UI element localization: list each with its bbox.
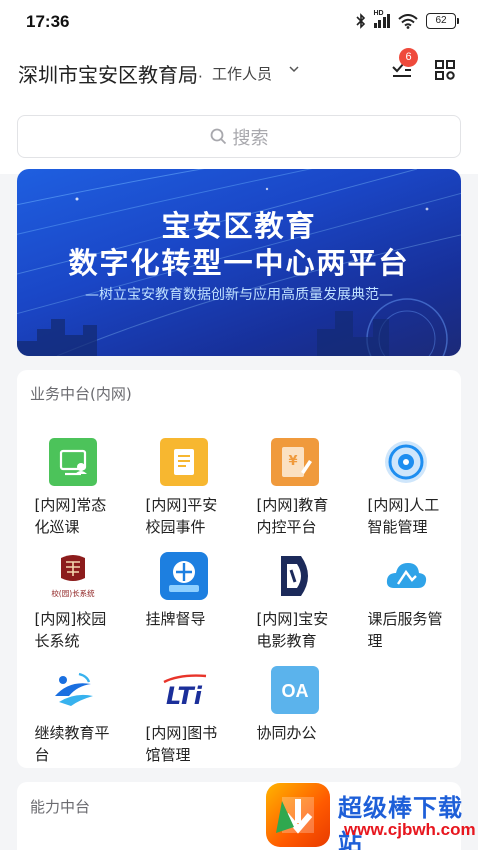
grid-apps-icon [435, 60, 455, 80]
app-ai-management[interactable]: [内网]人工智能管理 [350, 438, 461, 538]
org-title[interactable]: 深圳市宝安区教育局· [18, 59, 203, 88]
todo-badge: 6 [399, 48, 418, 67]
scan-button[interactable] [435, 60, 455, 84]
site-watermark: 超级棒下载站 www.cjbwh.com [262, 780, 478, 850]
app-patrol-class[interactable]: [内网]常态化巡课 [17, 438, 128, 538]
app-header: 深圳市宝安区教育局· 工作人员 6 [0, 44, 478, 104]
role-selector[interactable]: 工作人员 [212, 63, 272, 84]
oa-icon: OA [270, 666, 319, 714]
app-safe-campus[interactable]: [内网]平安校园事件 [128, 438, 239, 538]
app-label: [内网]宝安电影教育 [256, 610, 329, 650]
school-emblem-icon: 校(园)长系统 [49, 552, 97, 600]
wifi-icon [398, 13, 418, 29]
watermark-logo [266, 783, 330, 847]
banner-title-line2: 数字化转型一中心两平台 [68, 246, 410, 280]
bluetooth-icon [355, 13, 365, 29]
org-name: 深圳市宝安区教育局 [18, 63, 198, 87]
supervision-icon [159, 552, 208, 600]
svg-text:¥: ¥ [288, 454, 297, 469]
section-title: 业务中台(内网) [30, 385, 132, 403]
status-bar: 17:36 HD 62 [0, 0, 478, 44]
org-separator: · [198, 68, 203, 86]
app-label: 协同办公 [256, 724, 317, 742]
search-placeholder: 搜索 [232, 127, 269, 149]
app-after-school[interactable]: 课后服务管理 [350, 552, 461, 652]
app-supervision[interactable]: 挂牌督导 [128, 552, 239, 630]
app-label: [内网]教育内控平台 [256, 496, 329, 536]
lti-logo-icon: LTi [160, 666, 208, 714]
monitor-user-icon [48, 438, 97, 486]
app-internal-control[interactable]: ¥ [内网]教育内控平台 [239, 438, 350, 538]
chevron-down-icon[interactable] [288, 64, 300, 74]
search-icon [210, 128, 226, 145]
app-label: [内网]图书馆管理 [145, 724, 218, 764]
cloud-icon [382, 552, 430, 600]
app-continuing-education[interactable]: 继续教育平台 [17, 666, 128, 766]
promo-banner[interactable]: 宝安区教育 数字化转型一中心两平台 —树立宝安教育数据创新与应用高质量发展典范— [17, 169, 461, 356]
oa-logo-text: OA [281, 681, 308, 701]
battery-indicator: 62 [426, 13, 459, 29]
search-input[interactable]: 搜索 [17, 115, 461, 158]
app-label: [内网]人工智能管理 [367, 496, 440, 536]
ai-eye-icon [382, 438, 430, 486]
app-label: 继续教育平台 [34, 724, 110, 764]
app-label: [内网]常态化巡课 [34, 496, 107, 536]
watermark-title: 超级棒下载站 [338, 794, 463, 850]
app-film-education[interactable]: [内网]宝安电影教育 [239, 552, 350, 652]
app-office-oa[interactable]: OA 协同办公 [239, 666, 350, 744]
status-icons: HD 62 [355, 10, 459, 29]
download-arrow-icon [276, 797, 314, 834]
app-label: 课后服务管理 [367, 610, 443, 650]
app-label: 挂牌督导 [145, 610, 206, 628]
yen-doc-icon: ¥ [270, 438, 319, 486]
film-logo-icon [271, 552, 319, 600]
banner-title-line1: 宝安区教育 [161, 209, 317, 243]
section-title: 能力中台 [30, 798, 91, 816]
banner-subtitle: —树立宝安教育数据创新与应用高质量发展典范— [85, 287, 393, 303]
network-type-label: HD [373, 10, 384, 17]
app-library[interactable]: LTi [内网]图书馆管理 [128, 666, 239, 766]
document-icon [159, 438, 208, 486]
watermark-url: www.cjbwh.com [344, 820, 476, 839]
business-platform-card: 业务中台(内网) [内网]常态化巡课 [内网]平安校园事件 ¥ [内网]教育内控… [17, 370, 461, 768]
lti-logo-text: LTi [166, 682, 203, 710]
swirl-logo-icon [49, 666, 97, 714]
emblem-logo-text: 校(园)长系统 [51, 588, 95, 598]
app-label: [内网]校园长系统 [34, 610, 107, 650]
status-time: 17:36 [26, 12, 70, 31]
app-label: [内网]平安校园事件 [145, 496, 218, 536]
signal-icon: HD [373, 10, 390, 28]
app-principal-system[interactable]: 校(园)长系统 [内网]校园长系统 [17, 552, 128, 652]
